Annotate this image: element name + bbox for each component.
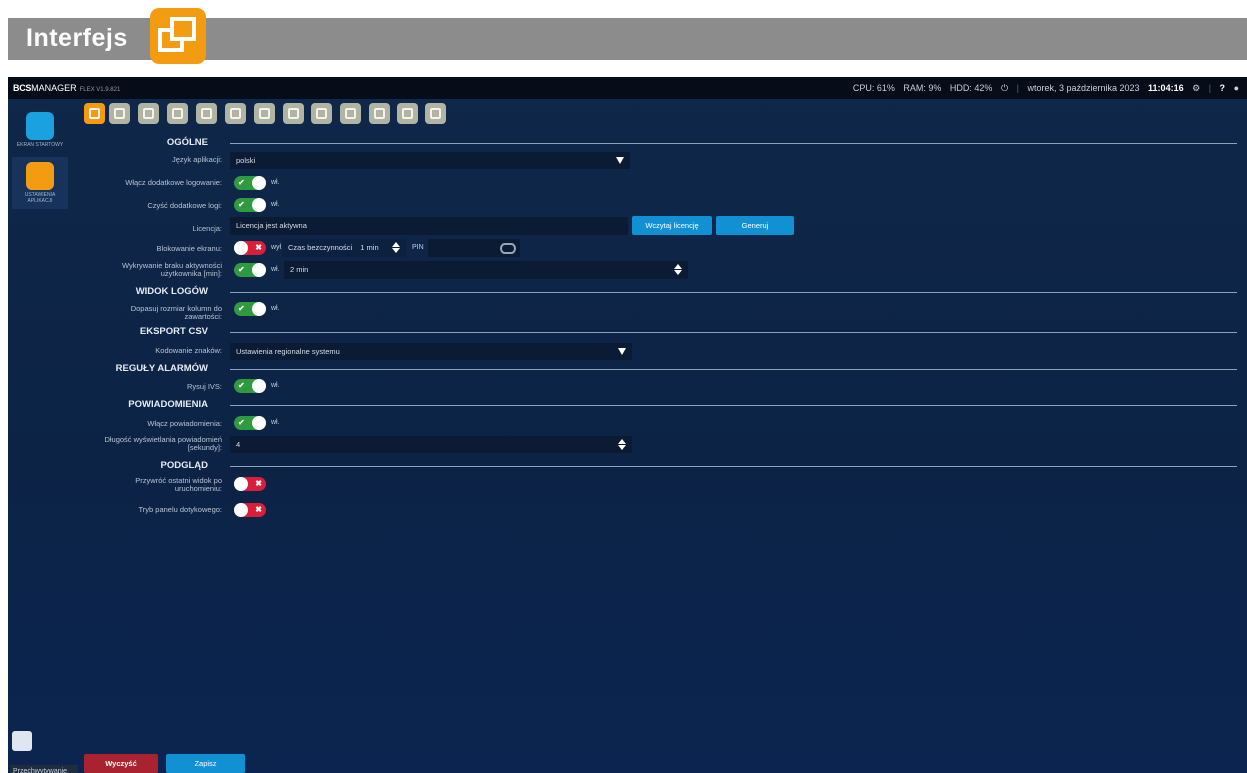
pin-label: PIN: [412, 244, 424, 251]
eye-icon[interactable]: [500, 243, 516, 254]
fit-columns-label: Dopasuj rozmiar kolumn do zawartości:: [130, 304, 222, 321]
chevron-down-icon: [618, 348, 626, 355]
notif-duration-label: Długość wyświetlania powiadomień [sekundy…: [104, 435, 222, 452]
language-label: Język aplikacji:: [171, 155, 222, 164]
section-preview: PODGLĄD: [8, 460, 1247, 472]
clean-logs-toggle[interactable]: ✔: [234, 198, 266, 212]
idle-time-field[interactable]: Czas bezczynności 1 min: [282, 239, 406, 257]
notif-duration-input[interactable]: 4: [230, 436, 632, 453]
idle-time-value: 1 min: [360, 243, 379, 252]
screen-lock-toggle[interactable]: ✖: [234, 241, 266, 255]
license-label: Licencja:: [192, 224, 222, 233]
section-logs: WIDOK LOGÓW: [8, 286, 1247, 298]
language-select[interactable]: polski: [230, 152, 630, 169]
window-icon: [150, 8, 206, 64]
fit-columns-toggle[interactable]: ✔: [234, 302, 266, 316]
section-title: EKSPORT CSV: [139, 326, 208, 337]
enable-notifications-state: wł.: [271, 419, 280, 426]
clear-button[interactable]: Wyczyść: [84, 754, 158, 773]
generate-button[interactable]: Generuj: [716, 216, 794, 235]
inactivity-value: 2 min: [290, 265, 309, 274]
draw-ivs-state: wł.: [271, 382, 280, 389]
section-title: PODGLĄD: [160, 460, 209, 471]
load-license-button[interactable]: Wczytaj licencję: [632, 216, 712, 235]
language-value: polski: [236, 156, 256, 165]
app-window: BCSMANAGER FLEX V1.9.821 CPU: 61% RAM: 9%…: [8, 77, 1247, 773]
license-value: Licencja jest aktywna: [236, 221, 307, 230]
license-field: Licencja jest aktywna: [230, 217, 628, 235]
section-general: OGÓLNE: [8, 137, 1247, 149]
section-alarms: REGUŁY ALARMÓW: [8, 363, 1247, 375]
extra-logging-state: wł.: [271, 179, 280, 186]
restore-view-label: Przywróć ostatni widok po uruchomieniu:: [135, 476, 222, 493]
inactivity-state: wł.: [271, 266, 280, 273]
pin-input[interactable]: [428, 239, 520, 257]
encoding-value: Ustawienia regionalne systemu: [236, 347, 340, 356]
screen-lock-label: Blokowanie ekranu:: [156, 244, 222, 253]
touch-panel-label: Tryb panelu dotykowego:: [138, 505, 222, 514]
inactivity-toggle[interactable]: ✔: [234, 263, 266, 277]
notif-duration-value: 4: [236, 440, 241, 449]
spinner-icon[interactable]: [618, 439, 626, 450]
restore-view-toggle[interactable]: ✖: [234, 477, 266, 491]
header-banner: Interfejs: [8, 8, 1247, 64]
extra-logging-label: Włącz dodatkowe logowanie:: [125, 178, 222, 187]
inactivity-select[interactable]: 2 min: [284, 261, 688, 279]
encoding-select[interactable]: Ustawienia regionalne systemu: [230, 343, 632, 360]
touch-panel-toggle[interactable]: ✖: [234, 503, 266, 517]
clean-logs-label: Czyść dodatkowe logi:: [147, 201, 222, 210]
settings-form: OGÓLNE Język aplikacji: polski Włącz dod…: [8, 77, 1247, 773]
fit-columns-state: wł.: [271, 305, 280, 312]
enable-notifications-label: Włącz powiadomienia:: [147, 419, 222, 428]
encoding-label: Kodowanie znaków:: [155, 346, 222, 355]
spinner-icon[interactable]: [674, 264, 682, 275]
section-csv: EKSPORT CSV: [8, 326, 1247, 338]
clean-logs-state: wł.: [271, 201, 280, 208]
spinner-icon[interactable]: [392, 242, 400, 253]
section-title: REGUŁY ALARMÓW: [115, 363, 208, 374]
enable-notifications-toggle[interactable]: ✔: [234, 416, 266, 430]
banner-title: Interfejs: [26, 24, 128, 52]
extra-logging-toggle[interactable]: ✔: [234, 176, 266, 190]
section-notifications: POWIADOMIENIA: [8, 399, 1247, 411]
section-title: OGÓLNE: [166, 137, 208, 148]
save-button[interactable]: Zapisz: [166, 754, 245, 773]
draw-ivs-toggle[interactable]: ✔: [234, 379, 266, 393]
section-title: WIDOK LOGÓW: [135, 286, 208, 297]
section-title: POWIADOMIENIA: [128, 399, 208, 410]
inactivity-label: Wykrywanie braku aktywności użytkownika […: [122, 261, 222, 278]
idle-time-label: Czas bezczynności: [288, 243, 353, 252]
chevron-down-icon: [616, 157, 624, 164]
draw-ivs-label: Rysuj IVS:: [186, 382, 222, 391]
